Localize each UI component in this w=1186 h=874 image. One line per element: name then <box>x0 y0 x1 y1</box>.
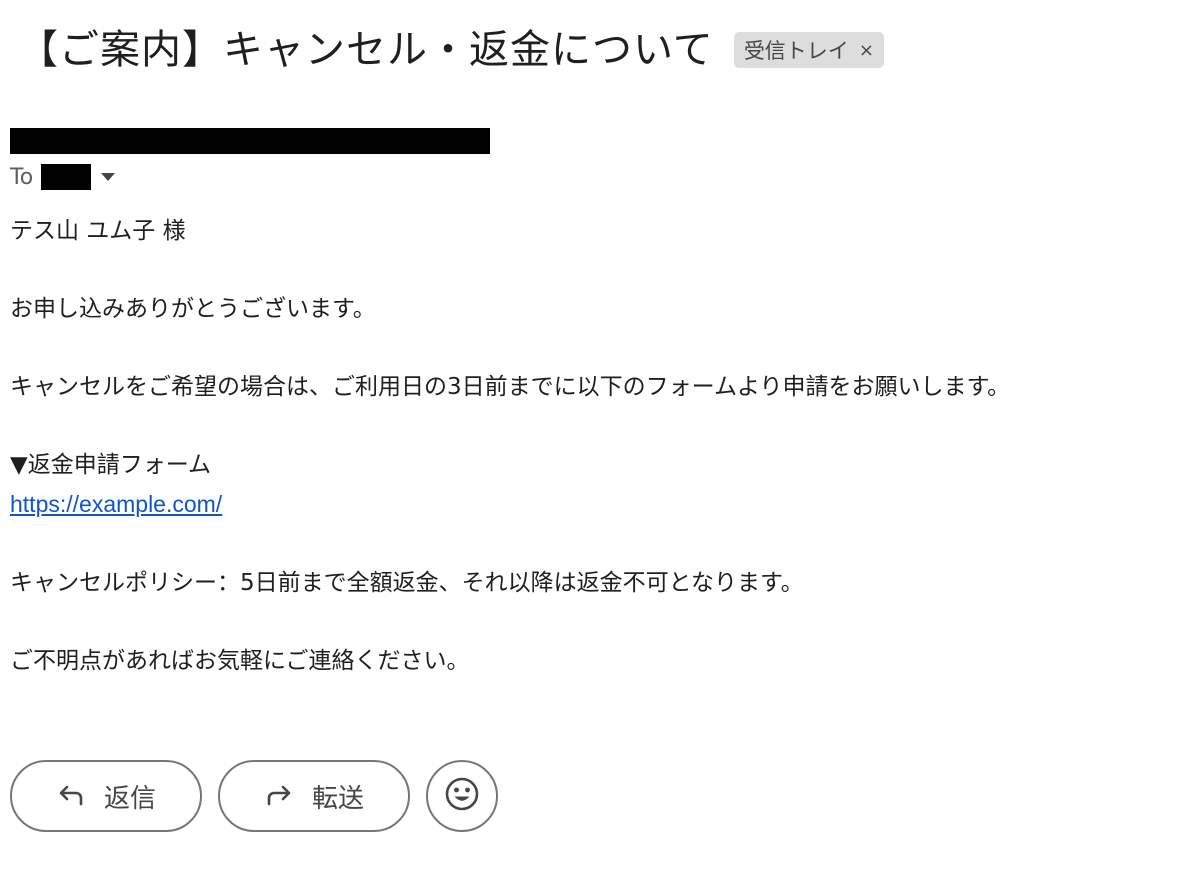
email-subject: 【ご案内】キャンセル・返金について <box>18 27 714 73</box>
instruction-line: キャンセルをご希望の場合は、ご利用日の3日前までに以下のフォームより申請をお願い… <box>10 374 1011 400</box>
remove-label-icon[interactable]: × <box>859 40 874 61</box>
message-actions: 返信 転送 <box>10 760 498 832</box>
recipient-row: To <box>10 164 116 190</box>
reply-button[interactable]: 返信 <box>10 760 202 832</box>
greeting-line: テス山 ユム子 様 <box>10 218 186 244</box>
email-body: テス山 ユム子 様 お申し込みありがとうございます。 キャンセルをご希望の場合は… <box>10 212 1170 681</box>
reply-label: 返信 <box>103 783 156 814</box>
sender-redacted <box>10 128 490 154</box>
forward-button[interactable]: 転送 <box>218 760 410 832</box>
thanks-line: お申し込みありがとうございます。 <box>10 296 376 322</box>
subject-row: 【ご案内】キャンセル・返金について 受信トレイ × <box>18 22 884 78</box>
policy-line: キャンセルポリシー：5日前まで全額返金、それ以降は返金不可となります。 <box>10 570 804 596</box>
smiley-face-icon <box>444 776 480 816</box>
forward-label: 転送 <box>311 783 364 814</box>
emoji-reaction-button[interactable] <box>426 760 498 832</box>
inbox-label-text: 受信トレイ <box>743 39 849 63</box>
show-details-caret-icon[interactable] <box>101 173 116 181</box>
form-heading: ▼返金申請フォーム <box>10 452 211 478</box>
closing-line: ご不明点があればお気軽にご連絡ください。 <box>10 648 470 674</box>
to-prefix: To <box>10 164 34 190</box>
recipient-redacted <box>41 164 92 190</box>
refund-form-link[interactable]: https://example.com/ <box>10 491 222 517</box>
inbox-label-chip[interactable]: 受信トレイ × <box>733 32 884 68</box>
forward-arrow-icon <box>264 781 294 811</box>
reply-arrow-icon <box>56 781 86 811</box>
